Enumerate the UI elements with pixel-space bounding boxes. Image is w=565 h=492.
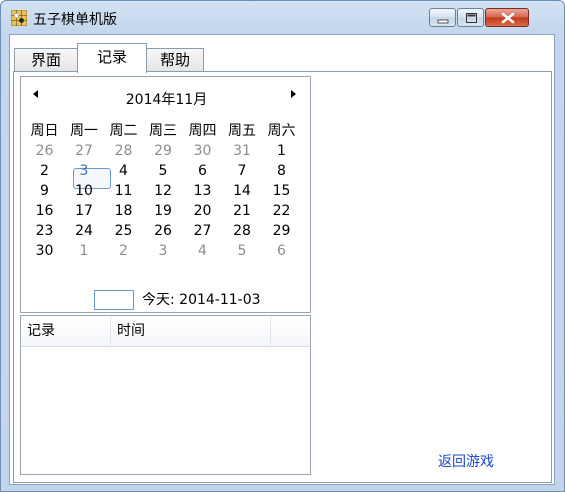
calendar-day[interactable]: 23 — [25, 221, 64, 241]
weekday-header: 周五 — [228, 123, 256, 139]
calendar-day-other-month[interactable]: 30 — [183, 141, 222, 161]
calendar-day-other-month[interactable]: 28 — [104, 141, 143, 161]
next-month-button[interactable] — [288, 87, 298, 101]
calendar-day[interactable]: 30 — [25, 241, 64, 261]
app-window: 五子棋单机版 界面 记录 帮助 2014年11月 周日 周一 周二 周三 周四 周五 周六 2… — [0, 0, 565, 492]
records-tab-panel: 2014年11月 周日 周一 周二 周三 周四 周五 周六 26 27 28 29 30 31 1 2 3 4 5… — [13, 71, 552, 483]
calendar-day[interactable]: 1 — [262, 141, 301, 161]
close-button[interactable] — [485, 8, 529, 27]
calendar-day-other-month[interactable]: 6 — [262, 241, 301, 261]
calendar-day[interactable]: 12 — [144, 181, 183, 201]
maximize-icon — [466, 13, 477, 23]
month-title[interactable]: 2014年11月 — [21, 89, 312, 109]
calendar-day-other-month[interactable]: 1 — [65, 241, 104, 261]
close-icon — [501, 12, 515, 24]
calendar-day[interactable]: 11 — [104, 181, 143, 201]
calendar-day[interactable]: 18 — [104, 201, 143, 221]
calendar-day[interactable]: 13 — [183, 181, 222, 201]
calendar-day[interactable]: 24 — [65, 221, 104, 241]
app-icon — [11, 10, 27, 26]
calendar-day[interactable]: 9 — [25, 181, 64, 201]
minimize-button[interactable] — [429, 8, 456, 27]
back-to-game-link[interactable]: 返回游戏 — [438, 451, 494, 471]
records-list[interactable]: 记录 时间 — [20, 315, 311, 475]
calendar-day[interactable]: 17 — [65, 201, 104, 221]
weekday-header: 周三 — [149, 123, 177, 139]
month-calendar[interactable]: 2014年11月 周日 周一 周二 周三 周四 周五 周六 26 27 28 29 30 31 1 2 3 4 5… — [20, 76, 311, 313]
weekday-header: 周二 — [109, 123, 138, 139]
today-link[interactable]: 今天: 2014-11-03 — [142, 289, 261, 309]
calendar-day-other-month[interactable]: 5 — [223, 241, 262, 261]
calendar-day[interactable]: 16 — [25, 201, 64, 221]
maximize-button[interactable] — [457, 8, 484, 27]
calendar-day[interactable]: 27 — [183, 221, 222, 241]
title-bar[interactable]: 五子棋单机版 — [1, 1, 564, 33]
calendar-day[interactable]: 2 — [25, 161, 64, 181]
column-header-time[interactable]: 时间 — [111, 316, 271, 346]
calendar-day[interactable]: 20 — [183, 201, 222, 221]
calendar-day[interactable]: 14 — [223, 181, 262, 201]
calendar-day-other-month[interactable]: 3 — [144, 241, 183, 261]
minimize-icon — [437, 19, 449, 24]
calendar-day[interactable]: 8 — [262, 161, 301, 181]
calendar-day-other-month[interactable]: 4 — [183, 241, 222, 261]
weekday-header: 周一 — [70, 123, 98, 139]
calendar-day-other-month[interactable]: 2 — [104, 241, 143, 261]
tab-interface[interactable]: 界面 — [14, 48, 78, 72]
calendar-day-selected[interactable]: 3 — [65, 161, 104, 181]
weekday-header: 周日 — [30, 123, 59, 139]
calendar-day[interactable]: 28 — [223, 221, 262, 241]
calendar-day[interactable]: 6 — [183, 161, 222, 181]
calendar-day-other-month[interactable]: 29 — [144, 141, 183, 161]
calendar-day[interactable]: 21 — [223, 201, 262, 221]
calendar-day[interactable]: 25 — [104, 221, 143, 241]
weekday-header: 周六 — [267, 123, 296, 139]
tab-strip: 界面 记录 帮助 — [10, 35, 554, 73]
tab-help[interactable]: 帮助 — [146, 48, 204, 72]
records-list-header: 记录 时间 — [21, 316, 310, 347]
calendar-day[interactable]: 22 — [262, 201, 301, 221]
calendar-day[interactable]: 4 — [104, 161, 143, 181]
weekday-header: 周四 — [188, 123, 217, 139]
calendar-day[interactable]: 26 — [144, 221, 183, 241]
calendar-day[interactable]: 15 — [262, 181, 301, 201]
tab-records[interactable]: 记录 — [77, 43, 147, 73]
window-title: 五子棋单机版 — [33, 12, 117, 28]
today-marker — [94, 290, 134, 310]
client-area: 界面 记录 帮助 2014年11月 周日 周一 周二 周三 周四 周五 周六 26 27 28 29… — [9, 34, 555, 485]
calendar-day[interactable]: 29 — [262, 221, 301, 241]
calendar-day-other-month[interactable]: 27 — [65, 141, 104, 161]
calendar-day[interactable]: 7 — [223, 161, 262, 181]
calendar-day[interactable]: 19 — [144, 201, 183, 221]
calendar-day-other-month[interactable]: 26 — [25, 141, 64, 161]
calendar-day[interactable]: 10 — [65, 181, 104, 201]
calendar-day-other-month[interactable]: 31 — [223, 141, 262, 161]
calendar-day[interactable]: 5 — [144, 161, 183, 181]
column-header-record[interactable]: 记录 — [21, 316, 111, 346]
